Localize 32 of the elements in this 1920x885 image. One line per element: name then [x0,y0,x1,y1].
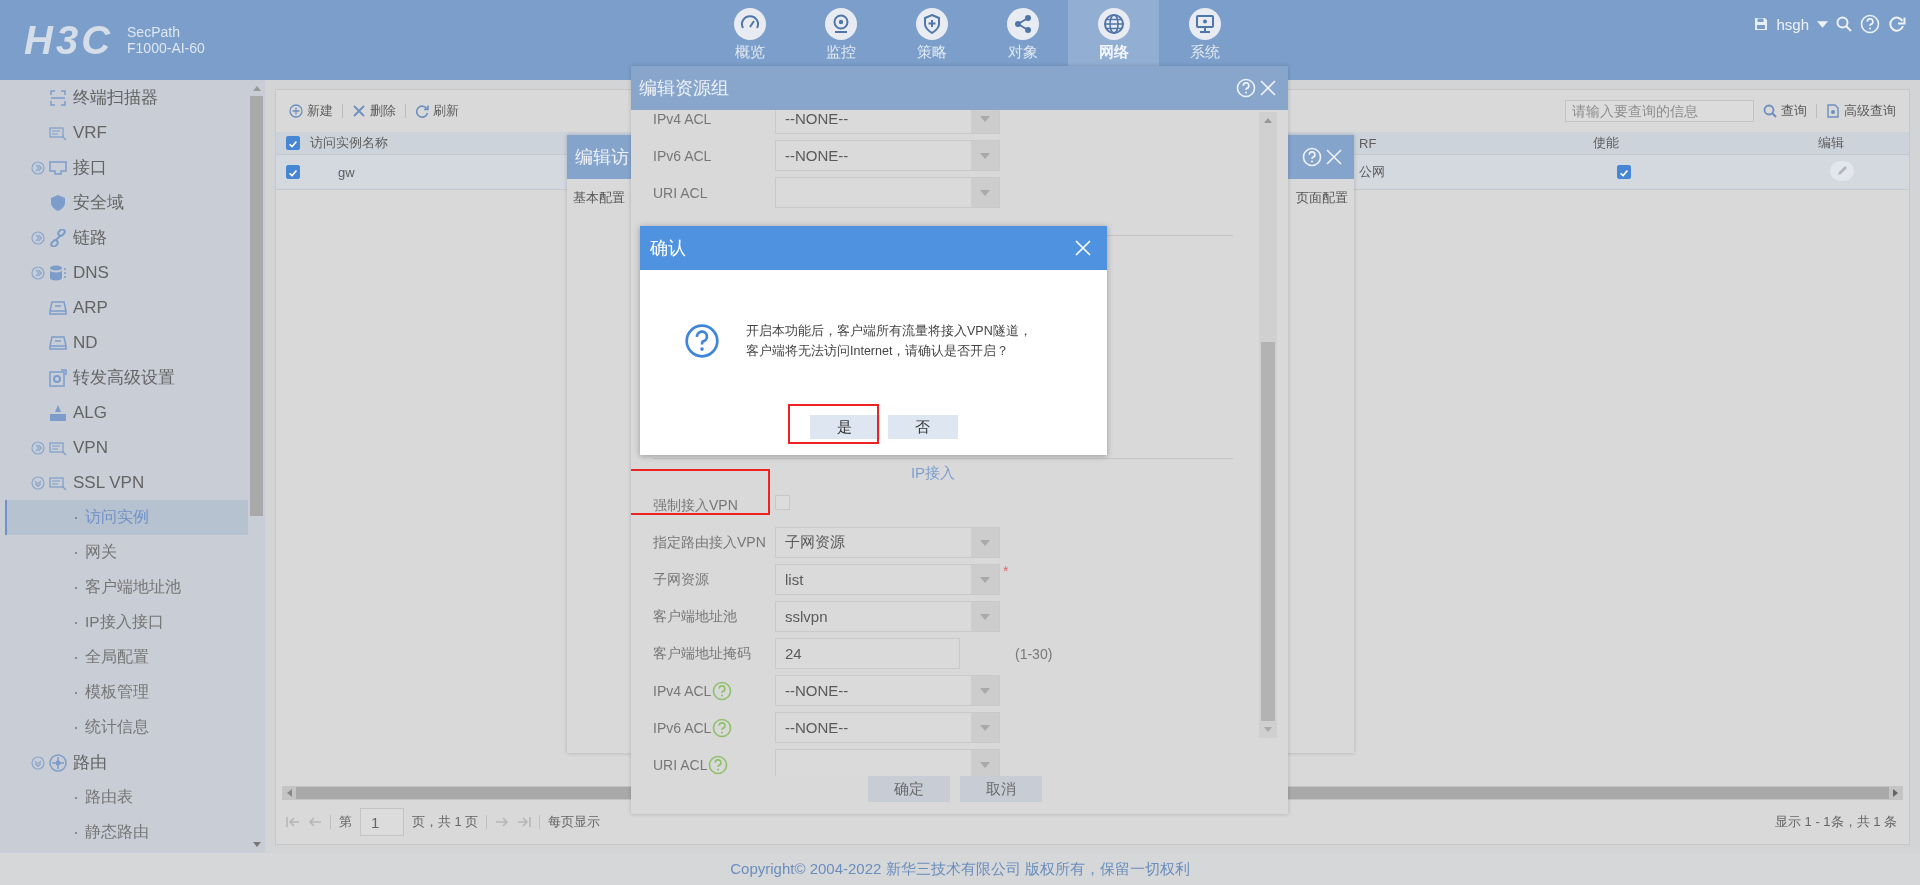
column-header: 访问实例名称 [310,134,389,152]
field-label: IPv4 ACL [653,110,712,127]
column-header: 编辑 [1818,134,1845,152]
required-mark: * [1003,563,1009,579]
per-page-label: 每页显示 [548,813,601,831]
table-cell-text: gw [337,164,356,180]
dialog-title: 编辑资源组 [639,77,729,100]
dialog-title: 确认 [650,237,686,260]
column-header: 使能 [1593,134,1620,152]
page-count: 页，共 1 页 [412,813,479,831]
range-hint: (1-30) [1015,645,1053,662]
field-label: IPv6 ACL [653,719,712,736]
column-header: RF [1359,135,1378,151]
logo: H3C [24,17,114,63]
field-label: URI ACL [653,756,708,773]
table-cell-text: 公网 [1359,163,1386,181]
field-label: 指定路由接入VPN [653,533,766,552]
page-label: 第 [339,813,352,831]
field-label: IPv6 ACL [653,147,712,164]
field-label: IPv4 ACL [653,682,712,699]
model-name: F1000-AI-60 [127,40,205,56]
field-label: URI ACL [653,184,708,201]
field-label: 强制接入VPN [653,496,738,515]
dialog-title: 编辑访 [575,146,629,169]
copyright-text: Copyright© 2004-2022 新华三技术有限公司 版权所有，保留一切权利 [730,859,1190,879]
confirm-message: 开启本功能后，客户端所有流量将接入VPN隧道， 客户端将无法访问Internet，请确认是否开启？ [746,322,1032,360]
field-label: 子网资源 [653,570,709,589]
record-summary: 显示 1 - 1条，共 1 条 [1774,813,1897,831]
field-label: 客户端地址池 [653,607,737,626]
field-label: 客户端地址掩码 [653,644,751,663]
section-title: IP接入 [909,462,957,483]
product-name: SecPath [127,24,181,40]
